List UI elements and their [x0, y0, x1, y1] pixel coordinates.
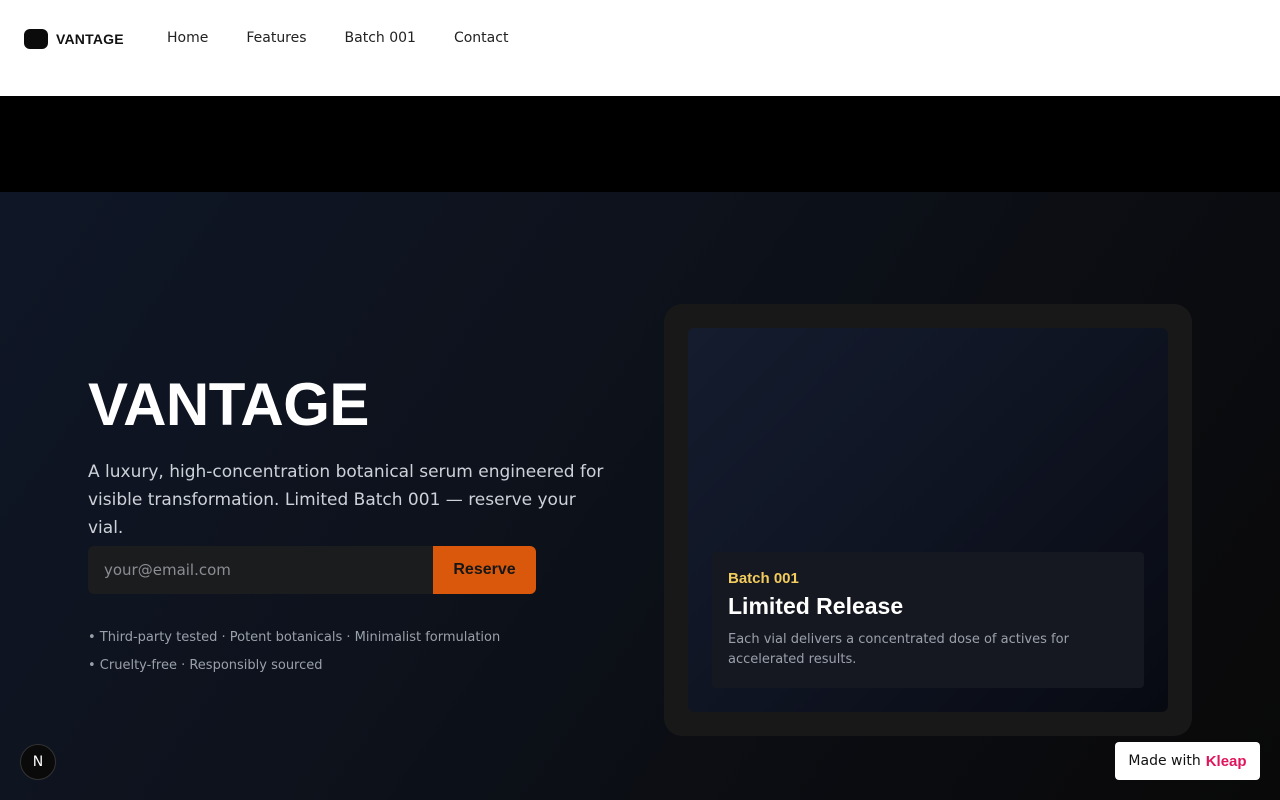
made-with-label: Made with [1128, 753, 1201, 769]
hero-subtitle: A luxury, high-concentration botanical s… [88, 462, 604, 538]
product-image-area: Batch 001 Limited Release Each vial deli… [688, 328, 1168, 712]
batch-description: Each vial delivers a concentrated dose o… [728, 632, 1069, 667]
reserve-button[interactable]: Reserve [433, 546, 536, 594]
black-band [0, 96, 1280, 192]
email-input[interactable] [88, 546, 433, 594]
feature-bullets: • Third-party tested · Potent botanicals… [88, 624, 500, 680]
nav-link-batch-001[interactable]: Batch 001 [345, 29, 416, 47]
brand-logo-link[interactable]: VANTAGE [24, 29, 124, 49]
batch-info-panel: Batch 001 Limited Release Each vial deli… [712, 552, 1144, 688]
batch-title: Limited Release [728, 593, 904, 619]
reserve-form: Reserve [88, 546, 536, 594]
nav-link-home[interactable]: Home [167, 29, 208, 47]
hero-section: VANTAGE A luxury, high-concentration bot… [0, 192, 1280, 800]
brand-name: VANTAGE [56, 31, 124, 47]
kleap-brand-label: Kleap [1205, 752, 1247, 770]
next-badge-icon[interactable]: N [20, 744, 56, 780]
nav-link-features[interactable]: Features [246, 29, 306, 47]
nav-link-contact[interactable]: Contact [454, 29, 508, 47]
hero-title: VANTAGE [88, 371, 369, 438]
nav-links: Home Features Batch 001 Contact [167, 29, 546, 47]
batch-tag: Batch 001 [728, 570, 799, 587]
bullet-line: • Cruelty-free · Responsibly sourced [88, 658, 323, 673]
top-navbar: VANTAGE Home Features Batch 001 Contact [0, 0, 1280, 96]
product-card: Batch 001 Limited Release Each vial deli… [664, 304, 1192, 736]
made-with-kleap-badge[interactable]: Made with Kleap [1115, 742, 1260, 780]
brand-logo-icon [24, 29, 48, 49]
bullet-line: • Third-party tested · Potent botanicals… [88, 630, 501, 645]
